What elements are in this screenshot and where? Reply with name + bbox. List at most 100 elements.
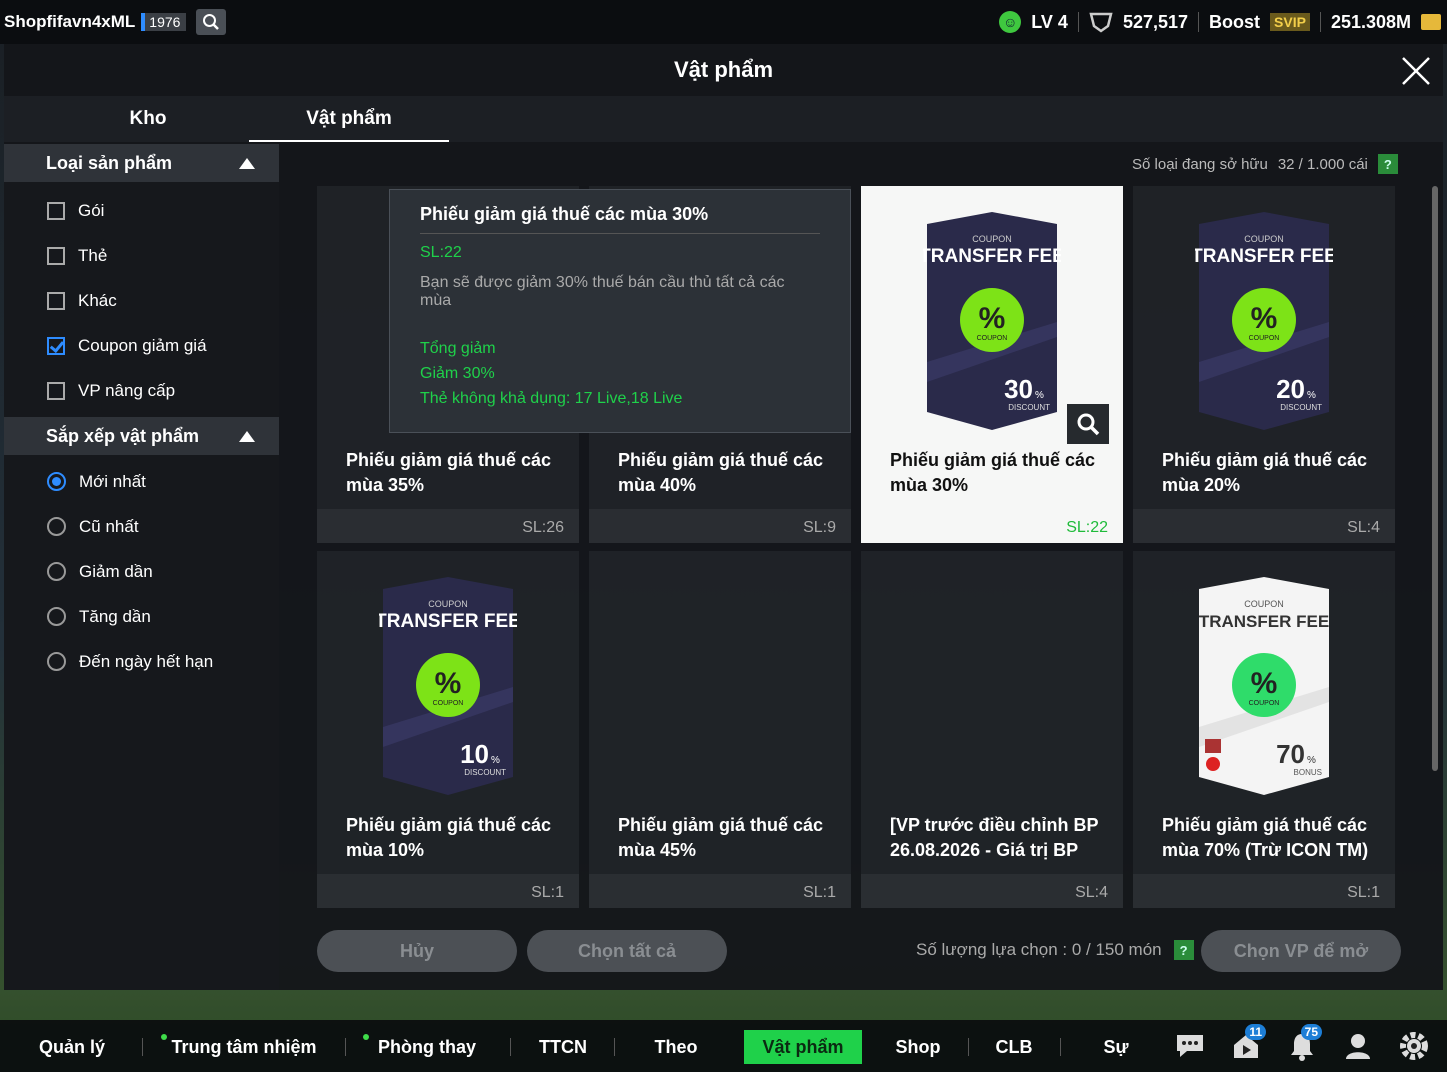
filter-header[interactable]: Loại sản phẩm [4, 144, 279, 182]
item-card[interactable]: COUPON TRANSFER FEE % COUPON 70 % BONUS … [1133, 551, 1395, 908]
coupon-card-image: COUPON TRANSFER FEE % COUPON 30 % DISCOU… [923, 212, 1061, 430]
sort-moi-nhat[interactable]: Mới nhất [4, 459, 279, 504]
nav-clb[interactable]: CLB [994, 1020, 1034, 1072]
filter-the[interactable]: Thẻ [4, 233, 279, 278]
close-button[interactable] [1399, 54, 1433, 88]
radio[interactable] [47, 517, 66, 536]
video-button[interactable]: 11 [1228, 1024, 1266, 1064]
notification-button[interactable]: 75 [1284, 1024, 1322, 1064]
top-bar: Shopfifavn4xML 1976 ☺ LV 4 527,517 Boost… [0, 0, 1447, 44]
card-pct-text: 30 [1004, 374, 1033, 404]
cancel-button[interactable]: Hủy [317, 930, 517, 972]
checkbox[interactable] [47, 246, 65, 265]
item-card[interactable]: [VP trước điều chỉnh BP 26.08.2026 - Giá… [861, 551, 1123, 908]
magnifier-icon [1077, 413, 1100, 436]
boost-label: Boost [1209, 11, 1261, 32]
card-foot-text: DISCOUNT [1280, 403, 1322, 412]
nav-ttcn[interactable]: TTCN [536, 1020, 590, 1072]
card-top-text: COUPON [1244, 599, 1284, 609]
coupon-card-image: COUPON TRANSFER FEE % COUPON 10 % DISCOU… [379, 577, 517, 795]
open-item-button[interactable]: Chọn VP để mở [1201, 930, 1401, 972]
item-card[interactable]: Phiếu giảm giá thuế các mùa 45% SL:1 [589, 551, 851, 908]
tooltip-desc: Bạn sẽ được giảm 30% thuế bán cầu thủ tấ… [420, 274, 785, 309]
owned-count: Số loại đang sở hữu 32 / 1.000 cái ? [1132, 154, 1398, 174]
item-tooltip: Phiếu giảm giá thuế các mùa 30% SL:22 Bạ… [389, 189, 851, 433]
chat-button[interactable] [1172, 1028, 1208, 1064]
level: LV 4 [1031, 11, 1068, 32]
no-entry-icon [1206, 757, 1220, 771]
sort-header[interactable]: Sắp xếp vật phẩm [4, 417, 279, 455]
search-button[interactable] [196, 9, 227, 35]
coupon-card-image: COUPON TRANSFER FEE % COUPON 70 % BONUS [1199, 577, 1329, 795]
zoom-button[interactable] [1067, 404, 1109, 444]
checkbox[interactable] [47, 201, 65, 220]
top-stats: ☺ LV 4 527,517 Boost SVIP 251.308M [999, 0, 1441, 44]
sort-het-han[interactable]: Đến ngày hết hạn [4, 639, 279, 684]
radio[interactable] [47, 607, 66, 626]
notification-dot [161, 1034, 167, 1040]
profile-button[interactable] [1340, 1028, 1376, 1064]
percent-icon: % [435, 667, 462, 700]
notification-dot [363, 1034, 369, 1040]
nav-shop[interactable]: Shop [894, 1020, 942, 1072]
tooltip-line: Thẻ không khả dụng: 17 Live,18 Live [420, 390, 683, 407]
tooltip-details: Tổng giảm Giảm 30% Thẻ không khả dụng: 1… [420, 336, 820, 411]
smiley-icon: ☺ [999, 11, 1022, 33]
item-card[interactable]: COUPON TRANSFER FEE % COUPON 20 % DISCOU… [1133, 186, 1395, 543]
bp-value: 527,517 [1122, 11, 1189, 32]
select-all-button[interactable]: Chọn tất cả [527, 930, 727, 972]
percent-icon: % [979, 302, 1006, 335]
nav-theo-doi[interactable]: Theo dõi [640, 1020, 712, 1072]
card-badge-text: COUPON [433, 700, 464, 707]
item-name: [VP trước điều chỉnh BP 26.08.2026 - Giá… [890, 815, 1099, 860]
percent-icon: % [1251, 667, 1278, 700]
item-card[interactable]: COUPON TRANSFER FEE % COUPON 10 % DISCOU… [317, 551, 579, 908]
bp-shield-icon [1089, 12, 1113, 33]
divider [1319, 12, 1321, 32]
checkbox-checked[interactable] [47, 336, 65, 355]
radio[interactable] [47, 652, 66, 671]
sort-cu-nhat[interactable]: Cũ nhất [4, 504, 279, 549]
nav-quan-ly-ct[interactable]: Quản lý CT [28, 1020, 116, 1072]
card-title-text: TRANSFER FEE [1199, 612, 1329, 631]
tab-kho[interactable]: Kho [48, 96, 248, 142]
nav-label: Trung tâm nhiệm vụ [171, 1037, 317, 1057]
card-badge-text: COUPON [1249, 335, 1280, 342]
item-qty: SL:22 [1066, 519, 1108, 536]
card-pct-text: 10 [460, 739, 489, 769]
filter-vp-nang-cap[interactable]: VP nâng cấp [4, 368, 279, 413]
filter-khac[interactable]: Khác [4, 278, 279, 323]
settings-button[interactable] [1396, 1028, 1432, 1064]
item-name: Phiếu giảm giá thuế các mùa 70% (Trừ ICO… [1162, 815, 1369, 860]
divider [1077, 12, 1079, 32]
item-name: Phiếu giảm giá thuế các mùa 35% [346, 450, 552, 495]
filter-title: Loại sản phẩm [46, 152, 173, 173]
sort-tang-dan[interactable]: Tăng dần [4, 594, 279, 639]
card-top-text: COUPON [428, 599, 468, 609]
radio-selected[interactable] [47, 472, 66, 491]
radio[interactable] [47, 562, 66, 581]
tooltip-qty: SL:22 [420, 244, 462, 261]
sort-giam-dan[interactable]: Giảm dần [4, 549, 279, 594]
owned-label: Số loại đang sở hữu [1132, 155, 1268, 173]
nav-vat-pham[interactable]: Vật phẩm [744, 1030, 862, 1064]
username: Shopfifavn4xML [4, 12, 136, 31]
nav-divider [345, 1038, 346, 1056]
card-pct-sign: % [1035, 390, 1044, 401]
filter-coupon[interactable]: Coupon giảm giá [4, 323, 279, 368]
checkbox[interactable] [47, 381, 65, 400]
item-card-selected[interactable]: COUPON TRANSFER FEE % COUPON 30 % DISCOU… [861, 186, 1123, 543]
help-icon[interactable]: ? [1377, 154, 1398, 174]
nav-phong-thay-do[interactable]: Phòng thay đồ [363, 1020, 484, 1072]
checkbox[interactable] [47, 291, 65, 310]
tab-vat-pham[interactable]: Vật phẩm [249, 96, 449, 142]
item-qty: SL:4 [1347, 519, 1380, 536]
help-icon[interactable]: ? [1173, 940, 1194, 960]
nav-trung-tam-nhiem-vu[interactable]: Trung tâm nhiệm vụ [161, 1020, 320, 1072]
nav-su-kien[interactable]: Sự kiện [1086, 1020, 1146, 1072]
collapse-arrow-icon [239, 158, 255, 169]
nav-divider [968, 1038, 969, 1056]
filter-goi[interactable]: Gói [4, 188, 279, 233]
scrollbar[interactable] [1432, 186, 1438, 771]
card-pct-text: 70 [1276, 739, 1305, 769]
